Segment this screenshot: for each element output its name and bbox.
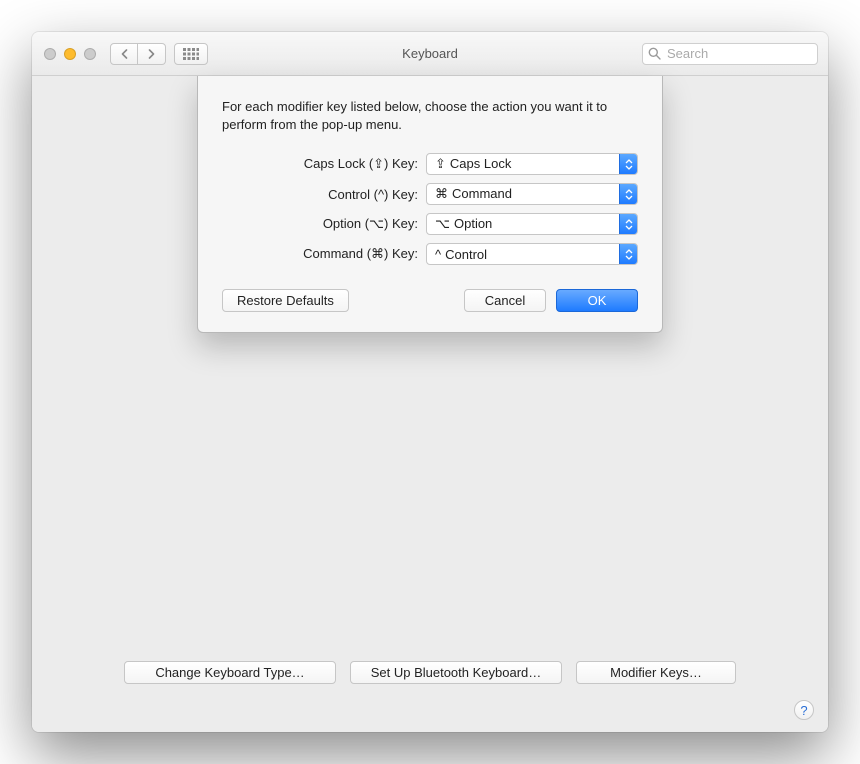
- show-all-button[interactable]: [174, 43, 208, 65]
- control-popup[interactable]: ⌘Command: [426, 183, 638, 205]
- command-label: Command (⌘) Key:: [222, 246, 426, 262]
- modifier-keys-button[interactable]: Modifier Keys…: [576, 661, 736, 684]
- preferences-window: Keyboard Change Keyboard Type… Set Up Bl…: [32, 32, 828, 732]
- traffic-lights: [32, 48, 96, 60]
- chevron-right-icon: [147, 49, 156, 59]
- popup-value: ⇪Caps Lock: [435, 156, 511, 172]
- setup-bluetooth-keyboard-button[interactable]: Set Up Bluetooth Keyboard…: [350, 661, 562, 684]
- change-keyboard-type-button[interactable]: Change Keyboard Type…: [124, 661, 336, 684]
- bottom-button-row: Change Keyboard Type… Set Up Bluetooth K…: [32, 661, 828, 684]
- popup-value: ⌥Option: [435, 216, 492, 232]
- popup-arrows-icon: [619, 184, 637, 204]
- help-button[interactable]: ?: [794, 700, 814, 720]
- ok-button[interactable]: OK: [556, 289, 638, 312]
- titlebar: Keyboard: [32, 32, 828, 76]
- popup-value: ⌘Command: [435, 186, 512, 202]
- popup-arrows-icon: [619, 154, 637, 174]
- question-mark-icon: ?: [800, 703, 807, 718]
- caps-lock-popup[interactable]: ⇪Caps Lock: [426, 153, 638, 175]
- sheet-button-row: Restore Defaults Cancel OK: [222, 289, 638, 312]
- caps-lock-label: Caps Lock (⇪) Key:: [222, 156, 426, 172]
- sheet-description: For each modifier key listed below, choo…: [222, 98, 638, 133]
- popup-arrows-icon: [619, 244, 637, 264]
- restore-defaults-button[interactable]: Restore Defaults: [222, 289, 349, 312]
- search-icon: [648, 47, 661, 63]
- control-label: Control (^) Key:: [222, 187, 426, 202]
- search-field-wrap: [642, 43, 818, 65]
- option-label: Option (⌥) Key:: [222, 216, 426, 232]
- modifier-keys-sheet: For each modifier key listed below, choo…: [197, 76, 663, 333]
- close-window-button[interactable]: [44, 48, 56, 60]
- minimize-window-button[interactable]: [64, 48, 76, 60]
- grid-icon: [183, 48, 199, 60]
- popup-arrows-icon: [619, 214, 637, 234]
- row-option: Option (⌥) Key: ⌥Option: [222, 213, 638, 235]
- zoom-window-button[interactable]: [84, 48, 96, 60]
- popup-value: ^Control: [435, 247, 487, 262]
- chevron-left-icon: [120, 49, 129, 59]
- row-control: Control (^) Key: ⌘Command: [222, 183, 638, 205]
- row-command: Command (⌘) Key: ^Control: [222, 243, 638, 265]
- nav-back-forward: [110, 43, 166, 65]
- row-caps-lock: Caps Lock (⇪) Key: ⇪Caps Lock: [222, 153, 638, 175]
- cancel-button[interactable]: Cancel: [464, 289, 546, 312]
- search-input[interactable]: [642, 43, 818, 65]
- forward-button[interactable]: [138, 43, 166, 65]
- command-popup[interactable]: ^Control: [426, 243, 638, 265]
- option-popup[interactable]: ⌥Option: [426, 213, 638, 235]
- back-button[interactable]: [110, 43, 138, 65]
